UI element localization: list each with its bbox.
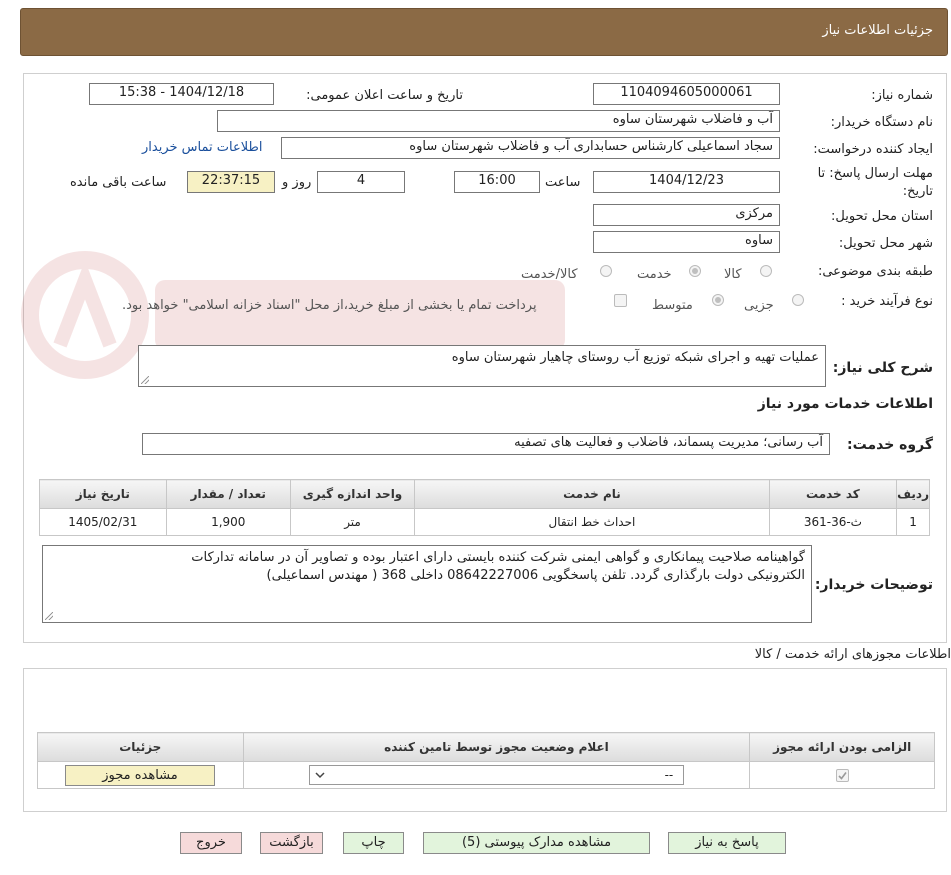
col-permit-details: جزئیات (37, 732, 244, 762)
services-section-title: اطلاعات خدمات مورد نیاز (757, 396, 933, 412)
cell-date: 1405/02/31 (39, 508, 167, 536)
col-unit: واحد اندازه گیری (289, 479, 416, 509)
col-name: نام خدمت (414, 479, 770, 509)
city-field: ساوه (593, 231, 780, 253)
permits-section-title: اطلاعات مجوزهای ارائه خدمت / کالا (754, 647, 951, 662)
remaining-label: ساعت باقی مانده (70, 175, 167, 190)
cell-permit-status: -- (242, 761, 751, 789)
cell-permit-required (749, 761, 935, 789)
permit-required-checkbox (835, 769, 849, 782)
buyer-org-label: نام دستگاه خریدار: (830, 115, 933, 130)
permits-table: الزامی بودن ارائه مجوز اعلام وضعیت مجوز … (37, 732, 935, 789)
cell-row: 1 (896, 508, 930, 536)
deadline-date-label: تاریخ: (902, 184, 933, 199)
view-permit-button[interactable]: مشاهده مجوز (65, 765, 215, 786)
permit-status-value: -- (664, 768, 674, 782)
reply-button[interactable]: پاسخ به نیاز (668, 832, 786, 854)
category-radio-service[interactable] (689, 265, 701, 277)
treasury-checkbox[interactable] (614, 294, 627, 307)
service-group-field: آب رسانی؛ مدیریت پسماند، فاضلاب و فعالیت… (142, 433, 830, 455)
buyer-contact-link[interactable]: اطلاعات تماس خریدار (142, 140, 262, 155)
summary-label: شرح کلی نیاز: (832, 360, 933, 376)
cell-unit: متر (289, 508, 416, 536)
col-row: ردیف (896, 479, 930, 509)
col-qty: تعداد / مقدار (165, 479, 291, 509)
buyer-notes-label: توضیحات خریدار: (814, 577, 933, 593)
print-button[interactable]: چاپ (343, 832, 404, 854)
permit-status-select[interactable]: -- (308, 765, 684, 785)
services-table: ردیف کد خدمت نام خدمت واحد اندازه گیری ت… (39, 479, 930, 536)
col-date: تاریخ نیاز (39, 479, 167, 509)
buyer-org-field: آب و فاضلاب شهرستان ساوه (217, 110, 780, 132)
category-label: طبقه بندی موضوعی: (817, 264, 933, 279)
resize-grip-icon[interactable] (141, 376, 149, 384)
province-field: مرکزی (593, 204, 780, 226)
exit-button[interactable]: خروج (180, 832, 242, 854)
creator-label: ایجاد کننده درخواست: (813, 142, 933, 157)
need-number-field: 1104094605000061 (593, 83, 780, 105)
col-permit-required: الزامی بودن ارائه مجوز (749, 732, 935, 762)
category-goods-service-label: کالا/خدمت (521, 267, 578, 282)
table-row: -- مشاهده مجوز (37, 761, 935, 789)
service-group-label: گروه خدمت: (847, 437, 933, 453)
back-button[interactable]: بازگشت (260, 832, 323, 854)
cell-qty: 1,900 (165, 508, 291, 536)
city-label: شهر محل تحویل: (838, 236, 933, 251)
cell-name: احداث خط انتقال (414, 508, 770, 536)
process-label: نوع فرآیند خرید : (841, 294, 933, 309)
summary-textarea: عملیات تهیه و اجرای شبکه توزیع آب روستای… (138, 345, 826, 387)
attachments-button[interactable]: مشاهده مدارک پیوستی (5) (423, 832, 650, 854)
province-label: استان محل تحویل: (831, 209, 933, 224)
process-radio-medium[interactable] (712, 294, 724, 306)
deadline-date-field: 1404/12/23 (593, 171, 780, 193)
process-minor-label: جزیی (744, 298, 774, 313)
cell-permit-details: مشاهده مجوز (37, 761, 244, 789)
check-icon (838, 772, 847, 780)
cell-code: ث-36-361 (768, 508, 898, 536)
category-radio-goods[interactable] (760, 265, 772, 277)
buyer-notes-line-1: گواهینامه صلاحیت پیمانکاری و گواهی ایمنی… (191, 550, 805, 565)
deadline-time-field: 16:00 (454, 171, 540, 193)
category-goods-label: کالا (724, 267, 742, 282)
col-permit-status: اعلام وضعیت مجوز توسط تامین کننده (242, 732, 751, 762)
page-title: جزئیات اطلاعات نیاز (822, 23, 933, 38)
process-medium-label: متوسط (652, 298, 693, 313)
deadline-label: مهلت ارسال پاسخ: تا (817, 166, 933, 181)
table-row: 1 ث-36-361 احداث خط انتقال متر 1,900 140… (39, 508, 930, 536)
treasury-note: پرداخت تمام یا بخشی از مبلغ خرید،از محل … (122, 298, 537, 313)
page-header: جزئیات اطلاعات نیاز (20, 8, 948, 56)
chevron-down-icon (315, 772, 325, 779)
resize-grip-icon[interactable] (45, 612, 53, 620)
days-left-field: 4 (317, 171, 405, 193)
category-radio-goods-service[interactable] (600, 265, 612, 277)
deadline-hour-label: ساعت (545, 175, 581, 190)
days-label: روز و (282, 175, 312, 190)
summary-text: عملیات تهیه و اجرای شبکه توزیع آب روستای… (451, 350, 819, 365)
category-service-label: خدمت (637, 267, 672, 282)
announce-date-field: 1404/12/18 - 15:38 (89, 83, 274, 105)
buyer-notes-textarea: گواهینامه صلاحیت پیمانکاری و گواهی ایمنی… (42, 545, 812, 623)
announce-date-label: تاریخ و ساعت اعلان عمومی: (306, 88, 463, 103)
process-radio-minor[interactable] (792, 294, 804, 306)
col-code: کد خدمت (768, 479, 898, 509)
creator-field: سجاد اسماعیلی کارشناس حسابداری آب و فاضل… (281, 137, 780, 159)
need-number-label: شماره نیاز: (871, 88, 933, 103)
buyer-notes-line-2: الکترونیکی دولت بارگذاری گردد. تلفن پاسخ… (266, 568, 805, 583)
remaining-time-field: 22:37:15 (187, 171, 275, 193)
